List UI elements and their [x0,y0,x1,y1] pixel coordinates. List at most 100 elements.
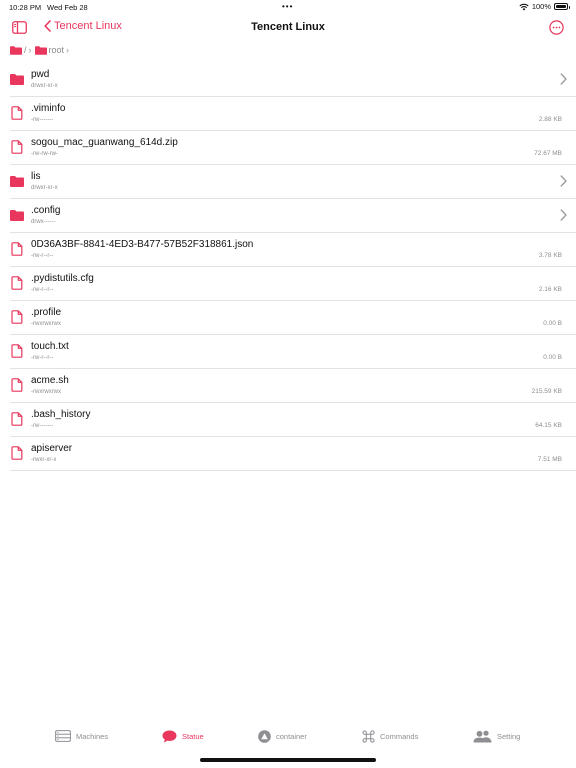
back-button-label: Tencent Linux [54,20,122,32]
file-size: 72.67 MB [534,150,562,157]
file-name: touch.txt [31,341,69,352]
tab-container[interactable]: container [258,730,307,743]
file-size: 0.00 B [543,320,562,327]
list-item-file[interactable]: 0D36A3BF-8841-4ED3-B477-57B52F318861.jso… [10,233,576,267]
tab-statue[interactable]: Statue [162,730,204,743]
file-size: 7.51 MB [537,456,562,463]
tab-label: Statue [182,732,204,741]
list-item-file[interactable]: acme.sh -rwxrwxrwx 215.59 KB [10,369,576,403]
file-name: apiserver [31,443,73,454]
list-item-folder[interactable]: .config drwx------ [10,199,576,233]
file-permissions: drwxr-xr-x [31,185,58,191]
file-name: lis [31,171,41,182]
chat-bubble-icon [162,730,177,743]
file-permissions: -rw-r--r-- [31,287,54,293]
document-icon [11,412,23,426]
folder-icon [34,45,47,55]
tab-label: Setting [497,732,521,741]
file-permissions: -rwxrwxrwx [31,321,61,327]
battery-icon [554,3,570,10]
server-icon [55,730,71,742]
list-item-folder[interactable]: lis drwxr-xr-x [10,165,576,199]
breadcrumb-folder[interactable]: root [34,45,65,55]
chevron-left-icon [44,20,51,32]
file-name: acme.sh [31,375,69,386]
document-icon [11,140,23,154]
sidebar-toggle-icon[interactable] [12,21,27,34]
tab-bar: Machines Statue container Commands Setti… [0,722,576,768]
file-list: pwd drwxr-xr-x .viminfo -rw------- 2.88 … [0,63,576,471]
list-item-file[interactable]: .profile -rwxrwxrwx 0.00 B [10,301,576,335]
file-permissions: -rwxr-xr-x [31,457,57,463]
file-permissions: -rw------- [31,117,54,123]
warning-triangle-icon [258,730,271,743]
multitasking-dots[interactable]: ••• [282,2,293,11]
breadcrumb-root[interactable]: / [10,45,27,55]
file-permissions: -rw-r--r-- [31,355,54,361]
document-icon [11,106,23,120]
file-name: .viminfo [31,103,66,114]
status-bar: 10:28 PM Wed Feb 28 ••• 100% [0,0,576,14]
file-permissions: drwxr-xr-x [31,83,58,89]
document-icon [11,344,23,358]
breadcrumb-separator-icon: › [66,45,70,55]
document-icon [11,310,23,324]
file-name: .config [31,205,61,216]
file-permissions: -rwxrwxrwx [31,389,61,395]
more-options-icon[interactable] [549,20,564,35]
list-item-file[interactable]: apiserver -rwxr-xr-x 7.51 MB [10,437,576,471]
document-icon [11,242,23,256]
file-size: 0.00 B [543,354,562,361]
file-size: 215.59 KB [531,388,562,395]
status-date: Wed Feb 28 [47,3,88,12]
tab-setting[interactable]: Setting [473,730,520,743]
wifi-icon [519,3,529,10]
document-icon [11,378,23,392]
tab-label: Commands [380,732,419,741]
file-permissions: -rw------- [31,423,54,429]
folder-icon [10,74,24,85]
breadcrumb-folder-label: root [48,45,65,55]
list-item-file[interactable]: .bash_history -rw------- 64.15 KB [10,403,576,437]
file-size: 2.16 KB [538,286,562,293]
tab-machines[interactable]: Machines [55,730,108,742]
file-permissions: -rw-r--r-- [31,253,54,259]
people-icon [473,730,492,743]
breadcrumb-separator-icon: › [28,45,32,55]
home-indicator[interactable] [200,758,376,762]
document-icon [11,276,23,290]
tab-label: Machines [76,731,109,741]
battery-percent: 100% [531,2,551,11]
status-right: 100% [519,2,570,11]
folder-icon [10,210,24,221]
list-item-file[interactable]: sogou_mac_guanwang_614d.zip -rw-rw-rw- 7… [10,131,576,165]
back-button[interactable]: Tencent Linux [44,20,122,32]
file-permissions: drwx------ [31,219,56,225]
list-item-file[interactable]: .pydistutils.cfg -rw-r--r-- 2.16 KB [10,267,576,301]
file-name: sogou_mac_guanwang_614d.zip [31,137,178,148]
file-name: pwd [31,69,50,80]
list-item-folder[interactable]: pwd drwxr-xr-x [10,63,576,97]
breadcrumb: / › root › [10,43,72,57]
folder-icon [10,176,24,187]
breadcrumb-root-label: / [24,45,27,55]
document-icon [11,446,23,460]
chevron-right-icon [560,73,567,85]
file-permissions: -rw-rw-rw- [31,151,58,157]
status-time: 10:28 PM [9,3,42,12]
tab-commands[interactable]: Commands [362,730,418,743]
command-icon [362,730,375,743]
folder-icon [10,45,22,55]
file-size: 2.88 KB [538,116,562,123]
file-name: .pydistutils.cfg [31,273,94,284]
file-size: 64.15 KB [535,422,562,429]
navigation-bar: Tencent Linux Tencent Linux [0,14,576,42]
chevron-right-icon [560,175,567,187]
chevron-right-icon [560,209,567,221]
list-item-file[interactable]: touch.txt -rw-r--r-- 0.00 B [10,335,576,369]
list-item-file[interactable]: .viminfo -rw------- 2.88 KB [10,97,576,131]
file-size: 3.78 KB [538,252,562,259]
file-name: 0D36A3BF-8841-4ED3-B477-57B52F318861.jso… [31,239,254,250]
file-name: .profile [31,307,62,318]
tab-label: container [276,732,307,741]
